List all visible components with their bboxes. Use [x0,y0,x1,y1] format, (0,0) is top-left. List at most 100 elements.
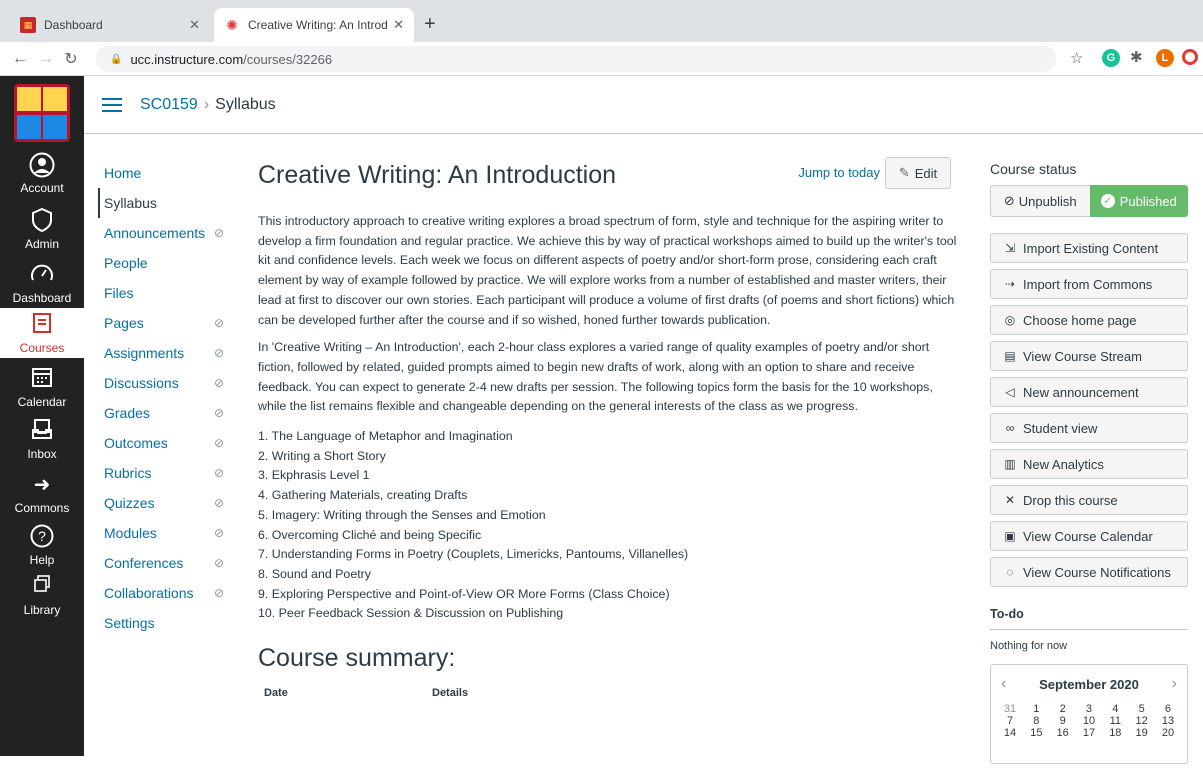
course-nav-files[interactable]: Files [98,278,228,308]
course-nav-outcomes[interactable]: Outcomes ⊘ [98,428,228,458]
publish-toggle: ⊘ Unpublish ✓ Published [990,185,1188,217]
button-label: View Course Calendar [1023,528,1153,544]
target-icon: ◎ [1004,313,1016,327]
calendar-day[interactable]: 16 [1052,727,1074,739]
nav-inbox[interactable]: Inbox [0,418,84,461]
tab-creative-writing[interactable]: ✺ Creative Writing: An Introducti ✕ [214,8,414,42]
calendar-day[interactable]: 19 [1131,727,1153,739]
calendar-day[interactable]: 9 [1052,715,1074,727]
opera-icon[interactable] [1182,49,1198,65]
drop-course-button[interactable]: ✕ Drop this course [990,485,1188,515]
bookmark-star-icon[interactable]: ☆ [1070,49,1083,67]
breadcrumb-course-link[interactable]: SC0159 [140,96,198,114]
course-nav-rubrics[interactable]: Rubrics ⊘ [98,458,228,488]
calendar-day[interactable]: 15 [1025,727,1047,739]
ucc-logo[interactable] [14,84,70,142]
ban-icon: ⊘ [1003,193,1015,208]
course-nav-home[interactable]: Home [98,158,228,188]
tab-dashboard[interactable]: ▦ Dashboard ✕ [10,8,210,42]
close-icon[interactable]: ✕ [189,17,200,33]
course-nav-grades[interactable]: Grades ⊘ [98,398,228,428]
course-nav-collaborations[interactable]: Collaborations ⊘ [98,578,228,608]
new-tab-icon[interactable]: + [424,14,436,34]
calendar-day[interactable]: 11 [1104,715,1126,727]
course-nav-label: Announcements [104,225,206,241]
calendar-day[interactable]: 20 [1157,727,1179,739]
nav-calendar[interactable]: Calendar [0,366,84,409]
chevron-right-icon[interactable]: › [1172,675,1177,693]
grammarly-icon[interactable]: G [1102,49,1120,67]
course-nav-settings[interactable]: Settings [98,608,228,638]
mini-calendar: ‹ September 2020 › 31 1 2 3 4 5 6 7 8 9 … [990,664,1188,764]
calendar-day[interactable]: 8 [1025,715,1047,727]
calendar-day[interactable]: 13 [1157,715,1179,727]
hamburger-menu-icon[interactable] [102,97,122,112]
chevron-left-icon[interactable]: ‹ [1001,675,1006,693]
speedometer-icon [29,262,55,288]
course-nav-pages[interactable]: Pages ⊘ [98,308,228,338]
user-avatar-icon[interactable]: L [1156,49,1174,67]
collapse-nav-icon[interactable]: |← [30,754,55,777]
calendar-day[interactable]: 3 [1078,703,1100,715]
close-icon[interactable]: ✕ [393,17,404,33]
calendar-day[interactable]: 12 [1131,715,1153,727]
nav-commons[interactable]: ➜ Commons [0,472,84,515]
view-course-calendar-button[interactable]: ▣ View Course Calendar [990,521,1188,551]
address-bar[interactable]: 🔒 ucc.instructure.com/courses/32266 [96,46,1056,72]
reload-icon[interactable]: ↻ [64,49,78,69]
unpublish-button[interactable]: ⊘ Unpublish [990,185,1090,217]
nav-help[interactable]: ? Help [0,524,84,567]
course-status-heading: Course status [990,161,1077,177]
eye-slash-icon: ⊘ [213,586,224,600]
nav-courses[interactable]: Courses [0,308,84,358]
course-nav-announcements[interactable]: Announcements ⊘ [98,218,228,248]
choose-home-page-button[interactable]: ◎ Choose home page [990,305,1188,335]
course-nav-quizzes[interactable]: Quizzes ⊘ [98,488,228,518]
import-from-commons-button[interactable]: ⇢ Import from Commons [990,269,1188,299]
nav-label: Account [20,181,64,195]
calendar-day[interactable]: 17 [1078,727,1100,739]
eye-slash-icon: ⊘ [213,316,224,330]
forward-icon[interactable]: → [38,50,54,68]
edit-button[interactable]: ✎ Edit [885,157,951,189]
nav-admin[interactable]: Admin [0,207,84,251]
button-label: View Course Notifications [1023,564,1171,580]
nav-account[interactable]: Account [0,152,84,195]
calendar-day[interactable]: 6 [1157,703,1179,715]
new-analytics-button[interactable]: ▥ New Analytics [990,449,1188,479]
import-existing-content-button[interactable]: ⇲ Import Existing Content [990,233,1188,263]
nav-dashboard[interactable]: Dashboard [0,262,84,305]
course-nav-syllabus[interactable]: Syllabus [98,188,228,218]
course-nav-conferences[interactable]: Conferences ⊘ [98,548,228,578]
view-course-stream-button[interactable]: ▤ View Course Stream [990,341,1188,371]
nav-label: Admin [24,237,59,251]
calendar-day[interactable]: 31 [999,703,1021,715]
puzzle-extensions-icon[interactable]: ✱ [1130,48,1143,66]
new-announcement-button[interactable]: ◁ New announcement [990,377,1188,407]
eye-slash-icon: ⊘ [213,376,224,390]
calendar-day[interactable]: 10 [1078,715,1100,727]
jump-to-today-link[interactable]: Jump to today [798,165,880,180]
todo-heading: To-do [990,607,1188,630]
student-view-button[interactable]: ∞ Student view [990,413,1188,443]
megaphone-icon: ◁ [1005,385,1015,399]
svg-text:?: ? [38,528,46,544]
course-nav-people[interactable]: People [98,248,228,278]
calendar-day[interactable]: 7 [999,715,1021,727]
view-course-notifications-button[interactable]: ◌ View Course Notifications [990,557,1188,587]
calendar-day[interactable]: 18 [1104,727,1126,739]
back-icon[interactable]: ← [12,50,28,68]
published-label: Published [1119,193,1177,209]
course-nav-assignments[interactable]: Assignments ⊘ [98,338,228,368]
nav-label: Library [23,603,61,617]
calendar-day[interactable]: 2 [1052,703,1074,715]
published-button[interactable]: ✓ Published [1089,185,1188,217]
calendar-day[interactable]: 1 [1025,703,1047,715]
calendar-day[interactable]: 14 [999,727,1021,739]
course-nav-discussions[interactable]: Discussions ⊘ [98,368,228,398]
glasses-icon: ∞ [1005,421,1015,435]
calendar-day[interactable]: 5 [1131,703,1153,715]
calendar-day[interactable]: 4 [1104,703,1126,715]
course-nav-modules[interactable]: Modules ⊘ [98,518,228,548]
nav-library[interactable]: Library [0,574,84,617]
